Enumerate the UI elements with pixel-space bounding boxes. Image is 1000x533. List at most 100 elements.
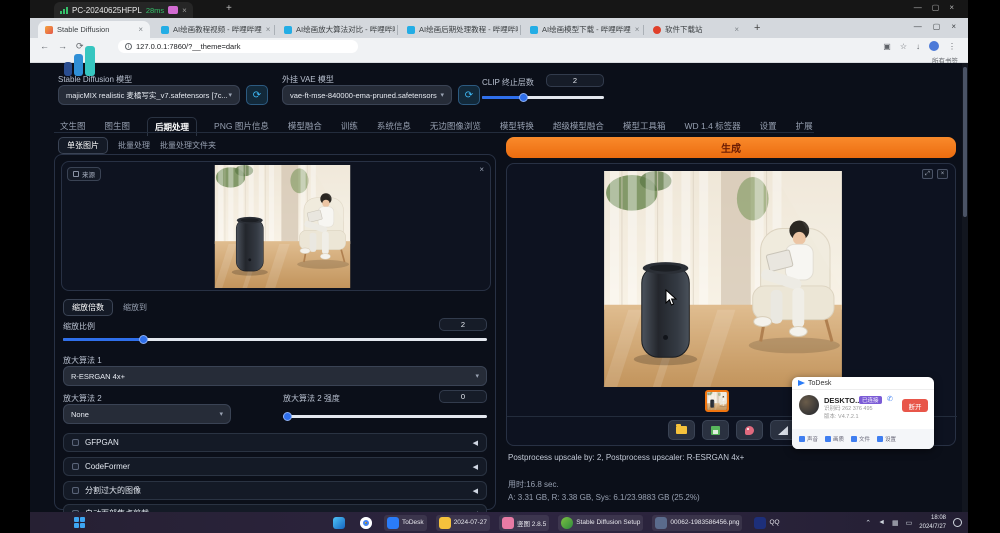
source-image-dropzone[interactable]: 来源 × xyxy=(61,161,491,291)
close-tab-icon[interactable]: × xyxy=(266,25,271,34)
checkbox-icon[interactable] xyxy=(72,439,79,446)
result-image[interactable] xyxy=(603,171,843,387)
disconnect-button[interactable]: 断开 xyxy=(902,399,928,412)
taskbar-todesk[interactable]: ToDesk xyxy=(384,515,427,531)
close-tab-icon[interactable]: × xyxy=(138,25,143,34)
tab-txt2img[interactable]: 文生图 xyxy=(58,117,88,136)
battery-icon[interactable]: ▭ xyxy=(906,519,913,527)
subtab-single-image[interactable]: 单张图片 xyxy=(58,137,108,154)
sd-model-dropdown[interactable]: majicMIX realistic 麦橘写实_v7.safetensors [… xyxy=(58,85,240,105)
taskbar-image-app[interactable]: 竖图 2.8.5 xyxy=(499,515,549,531)
tab-png-info[interactable]: PNG 图片信息 xyxy=(212,117,271,136)
file-action[interactable]: 文件 xyxy=(851,435,870,443)
back-icon[interactable]: ← xyxy=(40,41,49,52)
start-button[interactable] xyxy=(74,517,86,529)
menu-icon[interactable]: ⋮ xyxy=(948,42,956,51)
minimize-icon[interactable]: — xyxy=(914,3,922,12)
volume-icon[interactable]: ◄ xyxy=(878,519,885,526)
result-thumbnail[interactable] xyxy=(705,390,729,412)
close-tab-icon[interactable]: × xyxy=(635,25,640,34)
send-to-inpaint-button[interactable] xyxy=(736,420,763,440)
browser-tab[interactable]: AI绘画放大算法对比 - 哔哩哔哩 × xyxy=(277,21,395,38)
tab-wd14-tagger[interactable]: WD 1.4 标签器 xyxy=(682,117,742,136)
fullscreen-icon[interactable]: ⤢ xyxy=(922,169,933,179)
tab-checkpoint-merger[interactable]: 模型融合 xyxy=(286,117,324,136)
taskbar-clock[interactable]: 18:08 2024/7/27 xyxy=(919,514,946,530)
close-tab-icon[interactable]: × xyxy=(734,25,739,34)
checkbox-icon[interactable] xyxy=(72,463,79,470)
new-session-button[interactable]: + xyxy=(226,3,232,14)
quality-action[interactable]: 画质 xyxy=(825,435,844,443)
close-icon[interactable]: × xyxy=(949,3,954,12)
checkbox-icon[interactable] xyxy=(72,487,79,494)
taskbar-png-viewer[interactable]: 00062-1983586456.png xyxy=(652,515,742,531)
source-tab[interactable]: 来源 xyxy=(67,167,101,181)
tab-model-toolkit[interactable]: 模型工具箱 xyxy=(621,117,668,136)
tab-extras[interactable]: 后期处理 xyxy=(147,117,197,136)
codeformer-accordion[interactable]: CodeFormer ◀ xyxy=(63,457,487,476)
call-icon[interactable]: ✆ xyxy=(887,395,893,403)
download-icon[interactable]: ↓ xyxy=(916,42,920,51)
tray-chevron-icon[interactable]: ⌃ xyxy=(865,519,871,527)
taskbar-widgets[interactable] xyxy=(330,515,348,531)
maximize-icon[interactable]: ▢ xyxy=(932,3,940,12)
taskbar-qq[interactable]: QQ xyxy=(751,515,782,531)
tab-system-info[interactable]: 系统信息 xyxy=(375,117,413,136)
record-icon[interactable] xyxy=(168,6,178,14)
upscaler2-visibility-slider[interactable] xyxy=(283,415,487,418)
clip-skip-value[interactable]: 2 xyxy=(546,74,604,87)
tab-model-converter[interactable]: 模型转换 xyxy=(498,117,536,136)
settings-action[interactable]: 设置 xyxy=(877,435,896,443)
profile-avatar[interactable] xyxy=(929,41,939,51)
sound-action[interactable]: 声音 xyxy=(799,435,818,443)
browser-tab[interactable]: AI绘画教程视频 - 哔哩哔哩 × xyxy=(154,21,272,38)
upscaler1-dropdown[interactable]: R-ESRGAN 4x+ ▾ xyxy=(63,366,487,386)
clear-image-icon[interactable]: × xyxy=(479,165,484,174)
bookmark-icon[interactable]: ☆ xyxy=(900,42,907,51)
browser-tab[interactable]: 软件下载站 × xyxy=(646,21,746,38)
tab-img2img[interactable]: 图生图 xyxy=(103,117,133,136)
tab-settings[interactable]: 设置 xyxy=(758,117,779,136)
close-icon[interactable]: × xyxy=(951,22,956,31)
notification-icon[interactable] xyxy=(953,518,962,527)
tab-infinite-browser[interactable]: 无边图像浏览 xyxy=(428,117,483,136)
minimize-icon[interactable]: — xyxy=(914,22,922,31)
close-session-icon[interactable]: × xyxy=(182,6,187,15)
vae-dropdown[interactable]: vae-ft-mse-840000-ema-pruned.safetensors… xyxy=(282,85,452,105)
browser-tab-active[interactable]: Stable Diffusion × xyxy=(38,21,150,38)
generate-button[interactable]: 生成 xyxy=(506,137,956,158)
upscaler2-dropdown[interactable]: None ▾ xyxy=(63,404,231,424)
scale-to-tab[interactable]: 缩放到 xyxy=(123,302,147,313)
refresh-vae-button[interactable]: ⟳ xyxy=(458,85,480,105)
browser-tab[interactable]: AI绘画后期处理教程 - 哔哩哔哩 × xyxy=(400,21,518,38)
taskbar-folder[interactable]: 2024-07-27 xyxy=(436,515,490,531)
site-info-icon[interactable]: i xyxy=(125,43,132,50)
taskbar-sd-setup[interactable]: Stable Diffusion Setup xyxy=(558,515,643,531)
address-bar[interactable]: i 127.0.0.1:7860/?__theme=dark xyxy=(118,40,358,53)
browser-tab[interactable]: AI绘画模型下载 - 哔哩哔哩 × xyxy=(523,21,641,38)
tab-train[interactable]: 训练 xyxy=(339,117,360,136)
gfpgan-accordion[interactable]: GFPGAN ◀ xyxy=(63,433,487,452)
todesk-popup-header[interactable]: ToDesk xyxy=(792,377,934,390)
resize-slider[interactable] xyxy=(63,338,487,341)
clip-skip-slider[interactable] xyxy=(482,96,604,99)
source-image[interactable] xyxy=(205,165,360,288)
split-oversized-accordion[interactable]: 分割过大的图像 ◀ xyxy=(63,481,487,500)
taskbar-chrome[interactable] xyxy=(357,515,375,531)
maximize-icon[interactable]: ▢ xyxy=(933,22,941,31)
extension-icon[interactable]: ▣ xyxy=(883,42,891,51)
resize-value[interactable]: 2 xyxy=(439,318,487,331)
tab-super-merger[interactable]: 超级模型融合 xyxy=(551,117,606,136)
scale-by-tab[interactable]: 缩放倍数 xyxy=(63,299,113,316)
close-preview-icon[interactable]: × xyxy=(937,169,948,179)
todesk-session-tab[interactable]: PC-20240625HFPL 28ms × xyxy=(54,2,193,18)
tab-extensions[interactable]: 扩展 xyxy=(794,117,815,136)
open-folder-button[interactable] xyxy=(668,420,695,440)
save-button[interactable] xyxy=(702,420,729,440)
subtab-batch-folder[interactable]: 批量处理文件夹 xyxy=(160,140,216,151)
refresh-model-button[interactable]: ⟳ xyxy=(246,85,268,105)
page-scrollbar[interactable] xyxy=(962,63,968,512)
upscaler2-visibility-value[interactable]: 0 xyxy=(439,390,487,403)
subtab-batch-process[interactable]: 批量处理 xyxy=(118,140,150,151)
new-tab-button[interactable]: + xyxy=(754,22,760,34)
